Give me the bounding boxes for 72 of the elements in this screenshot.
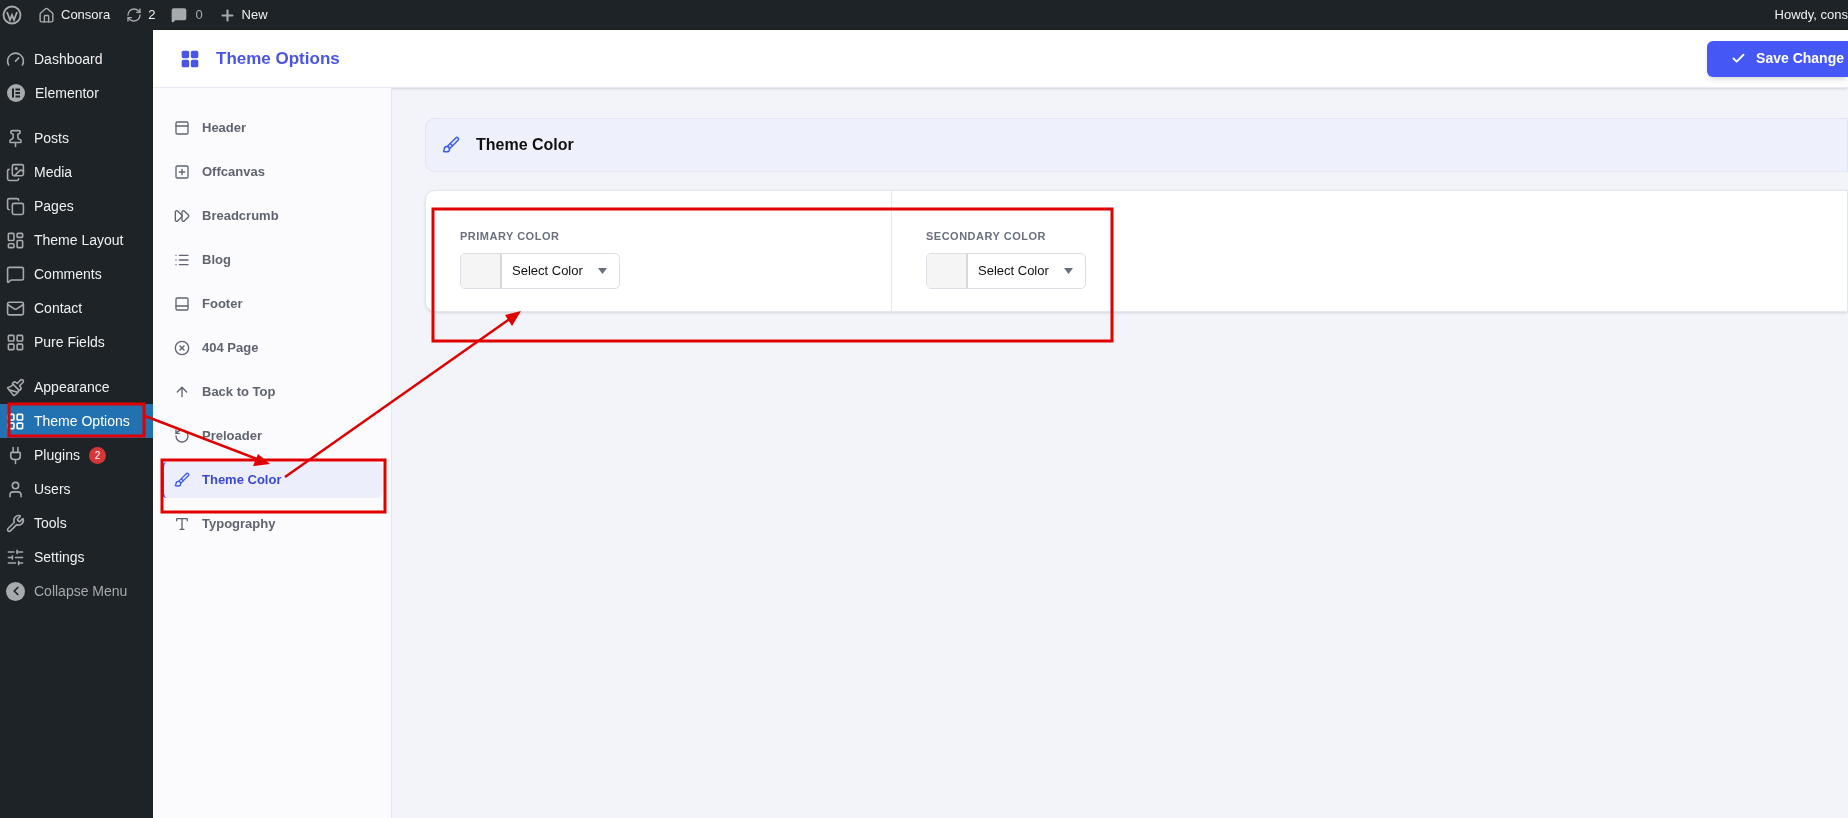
menu-item[interactable]: Pages xyxy=(0,189,153,223)
check-icon xyxy=(1731,51,1747,66)
menu-item[interactable]: Tools xyxy=(0,506,153,540)
circle-x-icon xyxy=(174,340,190,356)
save-changes-button[interactable]: Save Change xyxy=(1707,40,1848,77)
menu-item[interactable]: Theme Layout xyxy=(0,223,153,257)
square-plus-icon xyxy=(174,164,190,180)
menu-item[interactable]: Settings xyxy=(0,540,153,574)
collapse-icon xyxy=(6,581,25,601)
options-nav-item[interactable]: Breadcrumb xyxy=(161,198,383,234)
collapse-menu-button[interactable]: Collapse Menu xyxy=(0,574,153,608)
panel-icon xyxy=(174,120,190,136)
caret-icon xyxy=(1064,267,1073,274)
greeting-link[interactable]: Howdy, cons xyxy=(1774,5,1848,25)
comments-count[interactable]: 0 xyxy=(195,5,203,25)
options-nav-item[interactable]: Header xyxy=(161,110,383,146)
fast-forward-icon xyxy=(174,208,190,224)
comment-icon[interactable] xyxy=(171,7,188,23)
plus-icon[interactable] xyxy=(218,6,236,24)
count-badge: 2 xyxy=(88,446,106,464)
pages-icon xyxy=(6,196,25,216)
menu-item[interactable]: Dashboard xyxy=(0,42,153,76)
options-nav-item[interactable]: Typography xyxy=(161,506,383,542)
paintbrush-icon xyxy=(6,377,25,397)
color-swatch xyxy=(927,253,968,288)
media-icon xyxy=(6,162,25,182)
refresh-icon[interactable] xyxy=(126,7,143,23)
options-nav-item[interactable]: Blog xyxy=(161,242,383,278)
menu-item[interactable]: Contact xyxy=(0,291,153,325)
options-nav-item[interactable]: Theme Color xyxy=(161,462,383,498)
section-title: Theme Color xyxy=(476,135,574,155)
color-picker[interactable]: Select Color xyxy=(926,252,1086,289)
options-nav-item[interactable]: Offcanvas xyxy=(161,154,383,190)
new-link[interactable]: New xyxy=(241,5,268,25)
options-nav-item[interactable]: Back to Top xyxy=(161,374,383,410)
pin-icon xyxy=(6,128,25,148)
caret-icon xyxy=(598,267,607,274)
menu-item[interactable]: Elementor xyxy=(0,76,153,110)
sliders-icon xyxy=(6,547,25,567)
layout-icon xyxy=(6,230,25,250)
color-picker[interactable]: Select Color xyxy=(460,252,620,289)
arrow-up-icon xyxy=(174,384,190,400)
brush-icon xyxy=(442,136,460,154)
comment-icon xyxy=(6,264,25,284)
dashboard-icon xyxy=(6,49,25,69)
brush-icon xyxy=(174,472,190,488)
color-swatch xyxy=(461,253,502,288)
grid-icon xyxy=(6,332,25,352)
mail-icon xyxy=(6,298,25,318)
field-label: SECONDARY COLOR xyxy=(926,229,1046,244)
options-nav-item[interactable]: Preloader xyxy=(161,418,383,454)
grid-icon xyxy=(180,48,200,69)
menu-item[interactable]: Comments xyxy=(0,257,153,291)
panel-icon xyxy=(174,296,190,312)
menu-item[interactable]: Media xyxy=(0,155,153,189)
wrench-icon xyxy=(6,513,25,533)
options-nav-item[interactable]: Footer xyxy=(161,286,383,322)
type-icon xyxy=(174,516,190,532)
menu-item[interactable]: Posts xyxy=(0,121,153,155)
menu-item[interactable]: Pure Fields xyxy=(0,325,153,359)
menu-item[interactable]: Plugins 2 xyxy=(0,438,153,472)
site-name-link[interactable]: Consora xyxy=(61,5,111,25)
menu-item[interactable]: Appearance xyxy=(0,370,153,404)
home-icon[interactable] xyxy=(38,6,55,24)
user-icon xyxy=(6,479,25,499)
updates-count[interactable]: 2 xyxy=(148,5,156,25)
list-icon xyxy=(174,252,190,268)
menu-item[interactable]: Users xyxy=(0,472,153,506)
plugin-title: Theme Options xyxy=(216,47,340,70)
options-nav-item[interactable]: 404 Page xyxy=(161,330,383,366)
field-label: PRIMARY COLOR xyxy=(460,229,560,244)
rotate-icon xyxy=(174,428,190,444)
